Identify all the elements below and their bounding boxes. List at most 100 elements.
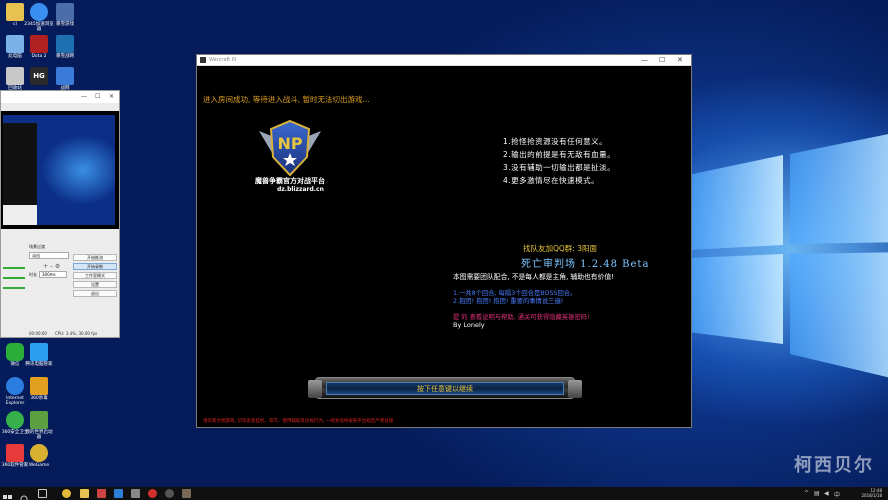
start-streaming-button[interactable]: 开始推流 (73, 254, 117, 261)
rule-item: 1.抢怪抢资源没有任何意义。 (503, 137, 608, 146)
taskbar: ^ ▤ ◀ 中 12:48 2018/1/18 (0, 487, 888, 500)
browser-icon (30, 3, 48, 21)
transition-select[interactable]: 淡出 (29, 252, 69, 259)
map-title: 死亡审判场 1.2.48 Beta (521, 259, 650, 270)
continue-bar-inner: 按下任意键以继续 (326, 382, 564, 395)
desktop-icon-wegame[interactable]: WeGame (24, 444, 54, 468)
shield-icon (30, 343, 48, 361)
search-icon[interactable] (20, 489, 29, 500)
chrome-icon[interactable] (62, 489, 71, 498)
battlenet-icon (56, 67, 74, 85)
task-view-icon[interactable] (38, 489, 47, 498)
rules-list: 1.抢怪抢资源没有任何意义。 2.输出的前提是有无敌有血量。 3.没有辅助一切输… (503, 135, 615, 187)
duration-label: 时长 (29, 272, 37, 277)
watermark: 柯西贝尔 (794, 455, 874, 476)
windows-logo-background (688, 134, 888, 378)
file-explorer-icon[interactable] (80, 489, 89, 498)
audio-meter (3, 267, 25, 269)
clock[interactable]: 12:48 2018/1/18 (861, 488, 882, 498)
recording-time: 00:00:00 (29, 331, 47, 336)
info-line-2: 2.抱团! 抱团! 抱团! 重要的事情说三遍! (453, 298, 564, 305)
hint-prefix: 提 的 (453, 314, 468, 321)
game-window[interactable]: Warcraft III — ☐ ✕ 进入房间成功, 等待进入战斗, 暂时无法切… (196, 54, 692, 428)
window-title: Warcraft III (209, 57, 237, 63)
room-status-message: 进入房间成功, 等待进入战斗, 暂时无法切出游戏... (203, 95, 370, 104)
maximize-icon[interactable]: ☐ (659, 56, 665, 64)
audio-mixer (3, 263, 25, 293)
platform-name: 魔兽争霸官方对战平台 (255, 177, 325, 185)
audio-meter (3, 287, 25, 289)
tray-arrow-icon[interactable]: ^ (804, 490, 809, 497)
audio-meter (3, 277, 25, 279)
author-credit: By Lonely (453, 321, 485, 329)
hg-icon: HG (30, 67, 48, 85)
obs-titlebar[interactable]: — ☐ ✕ (1, 91, 119, 103)
folder-icon (6, 3, 24, 21)
cpu-fps-status: CPU: 3.4%, 30.00 fps (55, 331, 98, 336)
desktop-icon-battlenet[interactable]: 暴雪战网 (50, 35, 80, 59)
duration-input[interactable]: 300ms (39, 271, 67, 278)
obs-icon[interactable] (165, 489, 174, 498)
lock-app-icon[interactable] (97, 489, 106, 498)
desktop-icon-blizzard-games[interactable]: 暴雪游戏 (50, 3, 80, 27)
minecraft-icon (30, 411, 48, 429)
studio-mode-button[interactable]: 工作室模式 (73, 272, 117, 279)
clock-date: 2018/1/18 (861, 493, 882, 498)
settings-button[interactable]: 设置 (73, 281, 117, 288)
desktop-icon-battlenet-2[interactable]: 战网 (50, 67, 80, 91)
start-recording-button[interactable]: 开始录制 (73, 263, 117, 270)
computer-icon (6, 35, 24, 53)
hint-line: 提 的 查看说明与帮助, 通关可获得隐藏英雄密码! (453, 312, 590, 321)
wegame-icon (30, 444, 48, 462)
desktop-icon-minecraft-launcher[interactable]: 我的世界启动器 (24, 411, 54, 441)
game-icon (56, 3, 74, 21)
desktop-icon-tencent-manager[interactable]: 腾讯电脑管家 (24, 343, 54, 367)
exit-button[interactable]: 退出 (73, 290, 117, 297)
hint-text: 查看说明与帮助, 通关可获得隐藏英雄密码! (469, 314, 590, 321)
store-icon[interactable] (114, 489, 123, 498)
close-icon[interactable]: ✕ (109, 93, 114, 100)
minimize-icon[interactable]: — (641, 56, 648, 64)
game-titlebar[interactable]: Warcraft III — ☐ ✕ (197, 55, 691, 66)
continue-button[interactable]: 按下任意键以继续 (308, 377, 582, 399)
warcraft-taskbar-icon[interactable] (182, 489, 191, 498)
umbrella-icon (30, 377, 48, 395)
network-icon[interactable]: ▤ (814, 490, 820, 497)
continue-label: 按下任意键以继续 (417, 385, 473, 393)
app-icon[interactable] (131, 489, 140, 498)
rule-item: 4.更多激情尽在快速模式。 (503, 176, 600, 185)
recycle-bin-icon (6, 67, 24, 85)
bar-cap-right (568, 380, 582, 398)
add-remove-icons[interactable]: + – ⚙ (43, 263, 60, 270)
red-app-icon[interactable] (148, 489, 157, 498)
preview-game-window (3, 123, 37, 205)
rule-item: 3.没有辅助一切输出都是扯淡。 (503, 163, 616, 172)
svg-text:NP: NP (277, 134, 302, 153)
software-manager-icon (6, 444, 24, 462)
ime-icon[interactable]: 中 (834, 490, 840, 499)
obs-preview (1, 111, 119, 229)
qq-group-text: 找队友加QQ群: 3阳面 (523, 244, 597, 253)
footer-notice: 请玩家文明游戏, 切勿恶意挂机、辱骂、使用辅助等违规行为, 一经发现将按照平台规… (203, 419, 394, 424)
maximize-icon[interactable]: ☐ (95, 93, 100, 100)
preview-desktop (3, 115, 115, 225)
wechat-icon (6, 343, 24, 361)
volume-icon[interactable]: ◀ (824, 490, 829, 497)
ie-icon (6, 377, 24, 395)
map-description: 本图需要团队配合, 不是每人都是主角, 辅助也有价值! (453, 273, 614, 281)
battlenet-icon (56, 35, 74, 53)
bar-cap-left (308, 380, 322, 398)
desktop-icon-360-antivirus[interactable]: 360杀毒 (24, 377, 54, 401)
rule-item: 2.输出的前提是有无敌有血量。 (503, 150, 616, 159)
platform-emblem-icon: NP (259, 119, 321, 177)
minimize-icon[interactable]: — (81, 93, 87, 100)
preview-obs-window (3, 205, 37, 225)
close-icon[interactable]: ✕ (677, 56, 683, 64)
platform-url: dz.blizzard.cn (277, 186, 324, 193)
dota-icon (30, 35, 48, 53)
warcraft-icon (200, 57, 206, 63)
windows-start-icon (3, 495, 12, 499)
start-button[interactable] (3, 489, 12, 499)
obs-window[interactable]: — ☐ ✕ 场景过渡 淡出 + – ⚙ 时长 300ms 开始推流 开始录制 工… (0, 90, 120, 338)
360-icon (6, 411, 24, 429)
